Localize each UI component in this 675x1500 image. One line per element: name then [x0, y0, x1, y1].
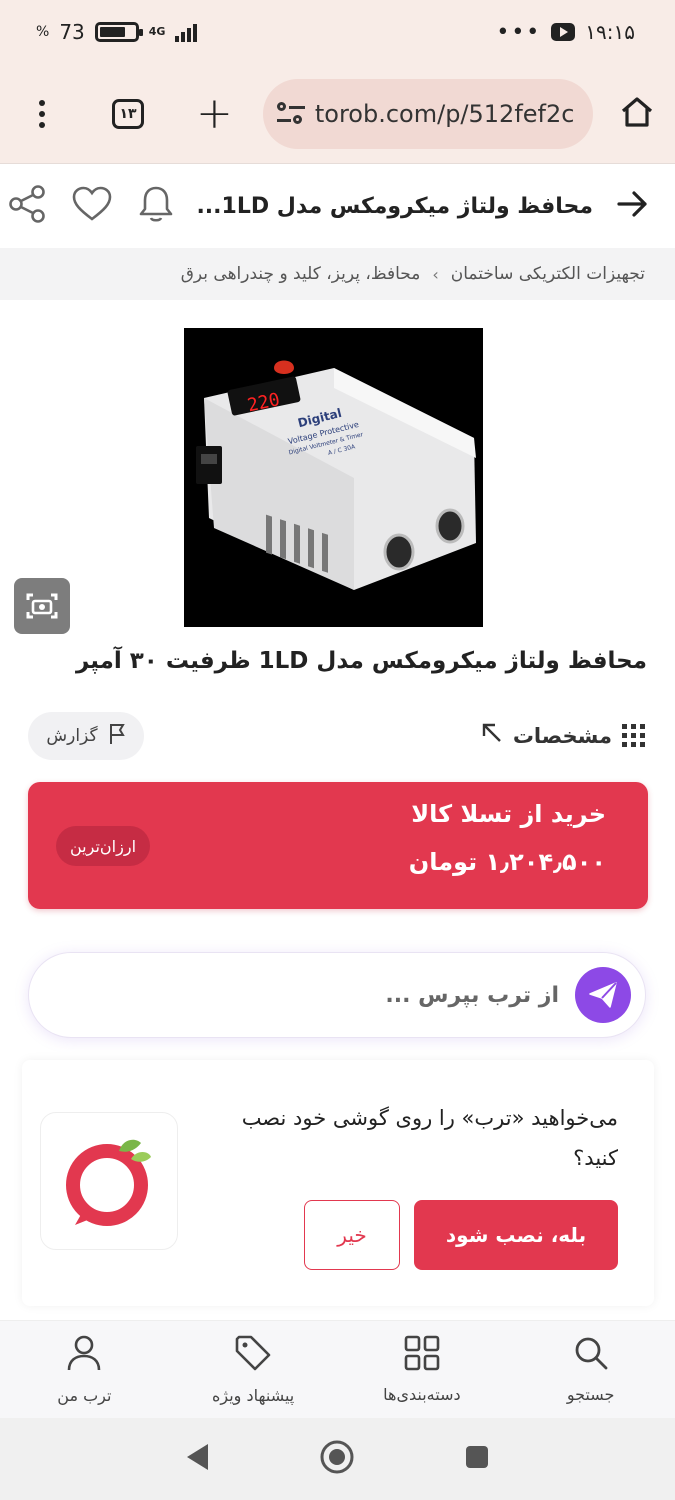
install-question: می‌خواهید «ترب» را روی گوشی خود نصب کنید… — [241, 1106, 618, 1170]
status-bar: % 73 4G ••• ۱۹:۱۵ — [0, 0, 675, 64]
breadcrumb-separator: › — [432, 264, 439, 284]
nav-search[interactable]: جستجو — [506, 1321, 675, 1418]
torob-logo-icon — [40, 1112, 178, 1250]
breadcrumb-item[interactable]: تجهیزات الکتریکی ساختمان — [451, 264, 645, 284]
address-bar[interactable]: torob.com/p/512fef2c — [262, 78, 593, 149]
report-label[interactable]: گزارش — [46, 726, 97, 746]
page-title: محافظ ولتاژ میکرومکس مدل 1LD... — [196, 193, 593, 219]
breadcrumb: تجهیزات الکتریکی ساختمان › محافظ، پریز، … — [0, 248, 675, 300]
image-search-camera-icon[interactable] — [14, 578, 70, 634]
tag-icon — [234, 1334, 272, 1376]
cheapest-badge: ارزان‌ترین — [56, 826, 151, 866]
back-arrow-icon[interactable] — [615, 187, 649, 225]
store-name: خرید از تسلا کالا — [411, 800, 606, 828]
recents-square-icon[interactable] — [463, 1443, 491, 1475]
system-navigation — [0, 1418, 675, 1500]
nav-special-offer-label: پیشنهاد ویژه — [212, 1386, 295, 1405]
back-triangle-icon[interactable] — [184, 1442, 212, 1476]
status-left: % 73 4G — [36, 20, 198, 44]
search-icon — [573, 1335, 609, 1375]
battery-icon — [94, 22, 143, 42]
browser-toolbar: ۱۳ + torob.com/p/512fef2c — [0, 64, 675, 164]
battery-percent: 73 — [59, 20, 85, 44]
specs-link[interactable]: مشخصات — [481, 722, 645, 749]
home-circle-icon[interactable] — [319, 1439, 355, 1479]
header-actions — [8, 184, 174, 228]
nav-categories[interactable]: دسته‌بندی‌ها — [338, 1321, 507, 1418]
send-icon[interactable] — [575, 967, 631, 1023]
new-tab-icon[interactable]: + — [196, 91, 233, 136]
flag-icon — [108, 723, 126, 750]
nav-my-torob[interactable]: ترب من — [0, 1321, 169, 1418]
share-icon[interactable] — [8, 184, 46, 228]
nav-special-offer[interactable]: پیشنهاد ویژه — [169, 1321, 338, 1418]
favorite-heart-icon[interactable] — [72, 186, 112, 226]
buy-offer-card[interactable]: خرید از تسلا کالا ۱٫۲۰۴٫۵۰۰ تومان ارزان‌… — [28, 782, 648, 909]
battery-fill — [99, 27, 125, 37]
arrow-up-left-icon — [481, 722, 503, 749]
product-image[interactable]: 220 Digital Voltage Protective Digital V… — [184, 328, 483, 627]
more-dots-icon: ••• — [496, 19, 542, 45]
site-settings-icon[interactable] — [276, 101, 305, 126]
ask-torob-input[interactable]: از ترب بپرس ... — [28, 952, 646, 1038]
bottom-navigation: جستجو دسته‌بندی‌ها پیشنهاد ویژه ترب من — [0, 1320, 675, 1418]
url-text[interactable]: torob.com/p/512fef2c — [315, 100, 575, 128]
install-app-card: می‌خواهید «ترب» را روی گوشی خود نصب کنید… — [22, 1060, 654, 1306]
bell-icon[interactable] — [138, 184, 174, 228]
signal-icon — [175, 22, 198, 42]
battery-symbol: % — [36, 24, 50, 40]
nav-categories-label: دسته‌بندی‌ها — [383, 1385, 461, 1404]
status-right: ••• ۱۹:۱۵ — [496, 20, 635, 45]
user-icon — [66, 1334, 102, 1376]
home-icon[interactable] — [619, 94, 655, 134]
page-header: محافظ ولتاژ میکرومکس مدل 1LD... — [0, 164, 675, 248]
network-type: 4G — [148, 25, 166, 38]
tab-switcher-button[interactable]: ۱۳ — [112, 98, 144, 129]
report-button[interactable]: گزارش — [28, 712, 144, 760]
product-title: محافظ ولتاژ میکرومکس مدل 1LD ظرفیت ۳۰ آم… — [75, 648, 647, 674]
clock: ۱۹:۱۵ — [585, 20, 635, 44]
ask-placeholder[interactable]: از ترب بپرس ... — [385, 983, 559, 1008]
nav-my-torob-label: ترب من — [57, 1386, 112, 1405]
youtube-icon — [551, 23, 576, 41]
nav-search-label: جستجو — [566, 1385, 615, 1404]
menu-kebab-icon[interactable] — [20, 99, 64, 128]
grid-icon — [404, 1335, 440, 1375]
specs-label[interactable]: مشخصات — [513, 724, 612, 748]
install-no-button[interactable]: خیر — [304, 1200, 400, 1270]
breadcrumb-item[interactable]: محافظ، پریز، کلید و چندراهی برق — [181, 264, 421, 284]
install-yes-button[interactable]: بله، نصب شود — [414, 1200, 618, 1270]
grid-dots-icon — [622, 724, 645, 747]
